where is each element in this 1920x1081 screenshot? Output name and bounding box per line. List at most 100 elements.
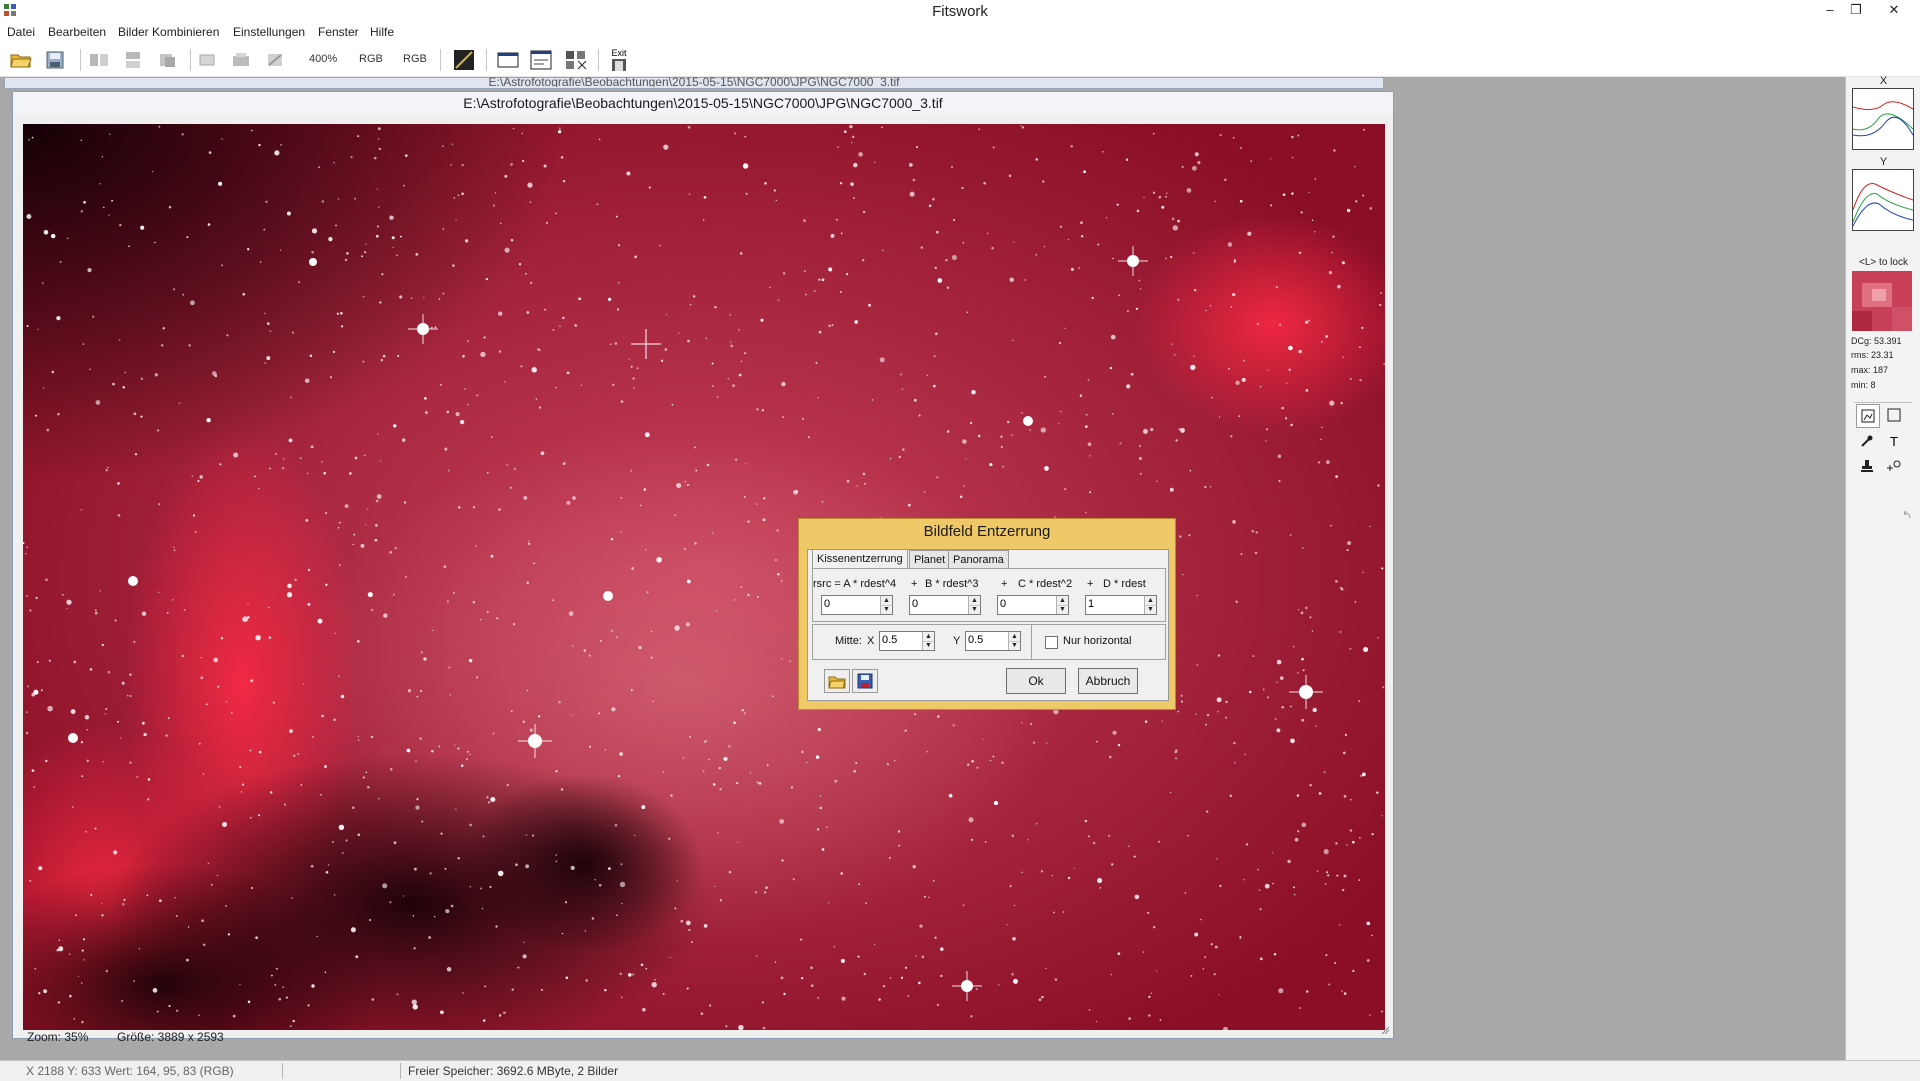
save-settings-button[interactable] (852, 669, 878, 693)
resize-grip-icon[interactable] (1380, 1025, 1390, 1035)
star (420, 651, 423, 654)
star (73, 1018, 76, 1020)
star (1214, 200, 1216, 203)
ok-button[interactable]: Ok (1006, 668, 1066, 694)
text-tool-icon[interactable]: T (1883, 430, 1905, 452)
star (1088, 1009, 1091, 1011)
spin-down-icon[interactable]: ▼ (1145, 605, 1156, 614)
star (31, 769, 35, 772)
star (466, 750, 469, 753)
close-button[interactable]: ✕ (1881, 2, 1907, 20)
star (733, 599, 736, 601)
star (571, 645, 574, 647)
tools-icon[interactable] (262, 48, 288, 72)
star (416, 798, 419, 801)
star (562, 316, 565, 320)
resize-icon[interactable] (228, 48, 254, 72)
star (1346, 844, 1348, 846)
star (157, 429, 160, 432)
spin-down-icon[interactable]: ▼ (969, 605, 980, 614)
star (528, 542, 531, 545)
menu-datei[interactable]: Datei (7, 25, 35, 39)
star (1142, 951, 1145, 953)
star (801, 750, 804, 754)
menu-bearbeiten[interactable]: Bearbeiten (48, 25, 106, 39)
zoom-level-button[interactable]: 400% (309, 53, 337, 65)
menu-hilfe[interactable]: Hilfe (370, 25, 394, 39)
star (676, 880, 678, 882)
star (382, 883, 388, 889)
graph-view-icon[interactable] (528, 48, 554, 72)
star (25, 731, 29, 735)
star (376, 494, 382, 499)
spin-down-icon[interactable]: ▼ (1009, 641, 1020, 650)
rectangle-tool-icon[interactable] (1883, 404, 1905, 426)
save-icon[interactable] (42, 48, 68, 72)
star (744, 352, 747, 355)
star (733, 721, 736, 725)
rgb-button-2[interactable]: RGB (403, 53, 427, 65)
star-marker-tool-icon[interactable] (1883, 455, 1905, 477)
tab-panorama[interactable]: Panorama (948, 550, 1009, 569)
exit-button[interactable]: Exit (606, 48, 632, 72)
star (393, 593, 395, 596)
image-tool-icon[interactable] (1856, 404, 1880, 428)
image-transform-icon[interactable] (563, 48, 589, 72)
coef-b-input[interactable]: 0 ▲ ▼ (909, 595, 981, 615)
star (1285, 417, 1288, 420)
restore-button[interactable]: ❐ (1843, 2, 1869, 20)
star (1073, 867, 1075, 870)
only-horizontal-checkbox[interactable] (1045, 636, 1058, 649)
load-settings-button[interactable] (824, 669, 850, 693)
rgb-button-1[interactable]: RGB (359, 53, 383, 65)
tab-kissenentzerrung[interactable]: Kissenentzerrung (812, 549, 908, 569)
star (371, 998, 375, 1001)
minimize-button[interactable]: – (1817, 2, 1843, 20)
star (687, 339, 690, 343)
menu-fenster[interactable]: Fenster (318, 25, 359, 39)
tab-planet[interactable]: Planet (909, 550, 951, 569)
star (882, 984, 886, 988)
flip-vertical-icon[interactable] (120, 48, 146, 72)
center-x-input[interactable]: 0.5 ▲ ▼ (879, 631, 935, 651)
star (781, 859, 784, 862)
undo-icon[interactable] (1895, 504, 1917, 526)
menu-bilder-kombinieren[interactable]: Bilder Kombinieren (118, 25, 219, 39)
spin-down-icon[interactable]: ▼ (881, 605, 892, 614)
star (108, 214, 110, 216)
coef-d-input[interactable]: 1 ▲ ▼ (1085, 595, 1157, 615)
spin-down-icon[interactable]: ▼ (923, 641, 934, 650)
stamp-tool-icon[interactable] (1856, 455, 1878, 477)
flip-horizontal-icon[interactable] (86, 48, 112, 72)
background-image-window[interactable]: E:\Astrofotografie\Beobachtungen\2015-05… (4, 75, 1384, 89)
star (317, 618, 323, 624)
rotate-icon[interactable] (154, 48, 180, 72)
star (1336, 874, 1339, 877)
star (654, 979, 656, 981)
star (1256, 322, 1259, 325)
star (596, 203, 599, 206)
crop-icon[interactable] (194, 48, 220, 72)
star (181, 133, 184, 136)
star (218, 806, 221, 808)
histogram-icon[interactable] (451, 48, 477, 72)
star (1200, 918, 1202, 921)
center-y-input[interactable]: 0.5 ▲ ▼ (965, 631, 1021, 651)
star (350, 155, 353, 159)
star (122, 385, 126, 389)
star (1311, 219, 1314, 222)
coef-c-input[interactable]: 0 ▲ ▼ (997, 595, 1069, 615)
open-folder-icon[interactable] (8, 48, 34, 72)
astro-image[interactable] (23, 124, 1385, 1030)
cancel-button[interactable]: Abbruch (1078, 668, 1138, 694)
menu-einstellungen[interactable]: Einstellungen (233, 25, 305, 39)
star (1337, 284, 1341, 289)
image-window[interactable]: E:\Astrofotografie\Beobachtungen\2015-05… (12, 91, 1394, 1044)
window-view-icon[interactable] (495, 48, 521, 72)
star (760, 318, 764, 322)
star (492, 732, 495, 735)
spin-down-icon[interactable]: ▼ (1057, 605, 1068, 614)
pipette-tool-icon[interactable] (1856, 430, 1878, 452)
star (719, 788, 722, 791)
coef-a-input[interactable]: 0 ▲ ▼ (821, 595, 893, 615)
